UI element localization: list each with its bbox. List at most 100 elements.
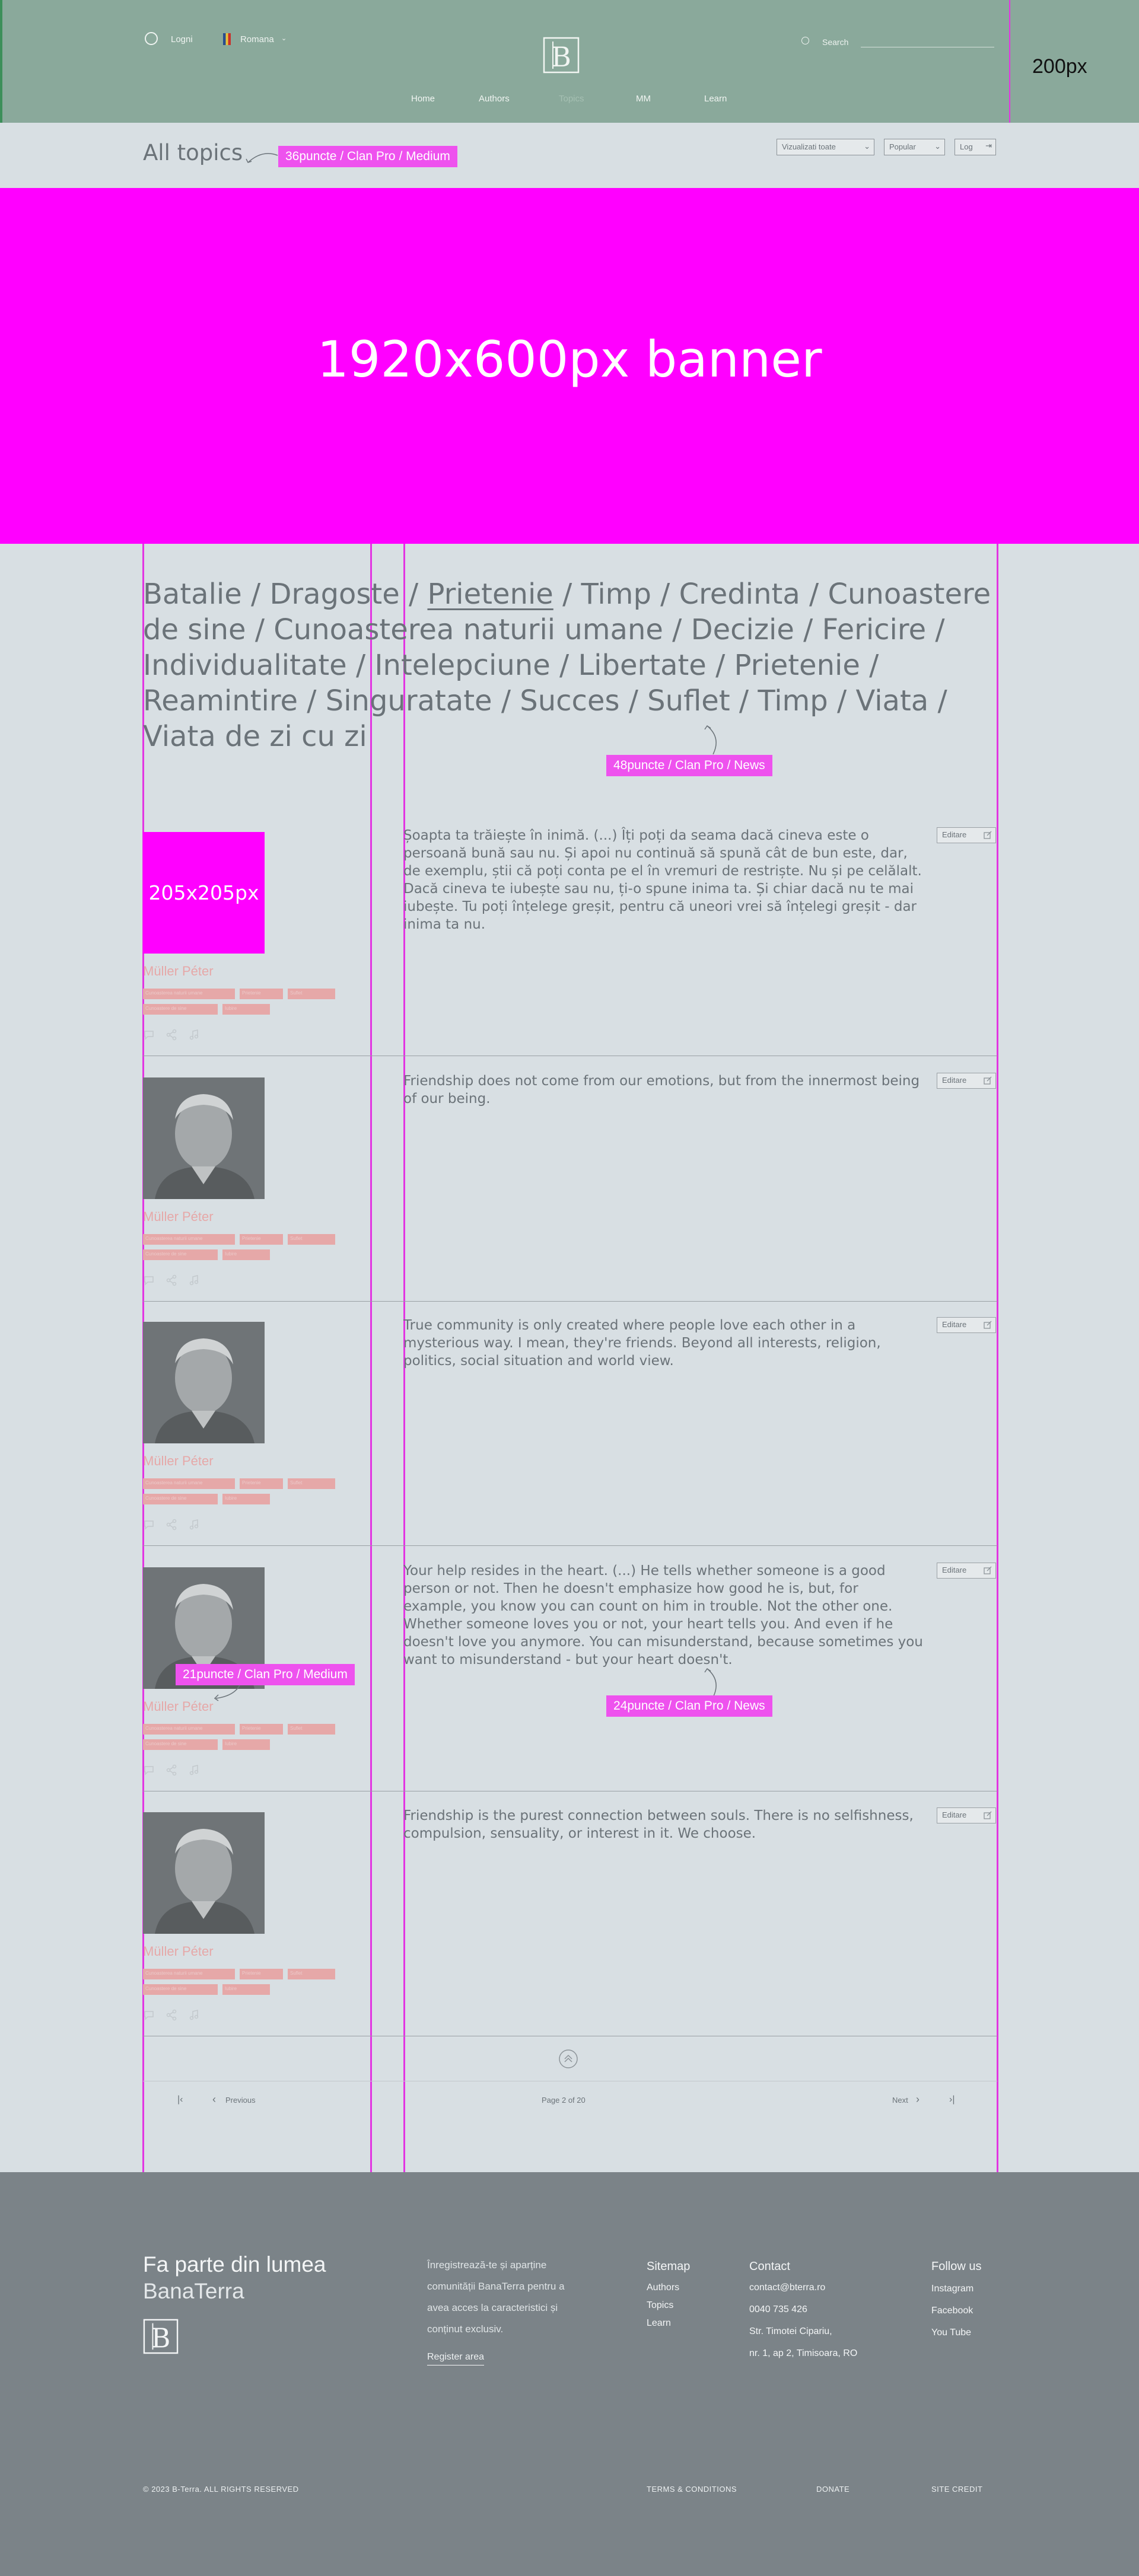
topic-tag[interactable]: Iubire (222, 1494, 270, 1504)
topic-tag[interactable]: Cunoasterea naturii umane (143, 1724, 235, 1735)
nav-authors[interactable]: Authors (479, 94, 510, 104)
footer-link-authors[interactable]: Authors (647, 2282, 679, 2293)
share-icon[interactable] (166, 2009, 177, 2021)
author-name[interactable]: Müller Péter (143, 1944, 214, 1959)
last-page-icon[interactable]: ›| (949, 2094, 955, 2105)
share-icon[interactable] (166, 1029, 177, 1041)
chevron-left-icon[interactable]: ‹ (212, 2093, 216, 2106)
author-photo-placeholder[interactable]: 205x205px (143, 832, 265, 954)
terms-link[interactable]: TERMS & CONDITIONS (647, 2485, 737, 2494)
topic-tag[interactable]: Suflet (288, 1234, 335, 1245)
author-photo[interactable] (143, 1077, 265, 1199)
topic-tag[interactable]: Cunoastere de sine (143, 1739, 218, 1750)
contact-phone[interactable]: 0040 735 426 (749, 2304, 807, 2315)
edit-button[interactable]: Editare (937, 827, 996, 843)
contact-email[interactable]: contact@bterra.ro (749, 2282, 825, 2293)
topic-link[interactable]: Fericire (822, 613, 927, 646)
author-photo[interactable] (143, 1812, 265, 1934)
topic-link[interactable]: Decizie (691, 613, 794, 646)
nav-mm[interactable]: MM (636, 94, 651, 104)
topic-link[interactable]: Viata de zi cu zi (143, 720, 367, 753)
audio-icon[interactable] (188, 1029, 200, 1041)
topic-link[interactable]: Prietenie (427, 578, 553, 611)
topic-link[interactable]: Prietenie (734, 649, 860, 682)
topic-link[interactable]: Suflet (647, 684, 730, 718)
share-icon[interactable] (166, 1519, 177, 1531)
social-youtube[interactable]: You Tube (931, 2328, 971, 2338)
comment-icon[interactable] (143, 1519, 155, 1531)
site-logo[interactable]: B (543, 37, 580, 74)
chevron-right-icon[interactable]: › (916, 2093, 920, 2106)
audio-icon[interactable] (188, 1274, 200, 1286)
topic-tag[interactable]: Iubire (222, 1249, 270, 1260)
topic-tag[interactable]: Iubire (222, 1739, 270, 1750)
topic-tag[interactable]: Cunoasterea naturii umane (143, 1234, 235, 1245)
topic-link[interactable]: Individualitate (143, 649, 347, 682)
topic-tag[interactable]: Suflet (288, 1724, 335, 1735)
topic-link[interactable]: Libertate (578, 649, 706, 682)
comment-icon[interactable] (143, 2009, 155, 2021)
topic-link[interactable]: Dragoste (269, 578, 399, 611)
next-link[interactable]: Next (892, 2096, 908, 2105)
footer-logo[interactable]: B (143, 2319, 179, 2354)
topic-link[interactable]: Viata (855, 684, 928, 718)
audio-icon[interactable] (188, 1519, 200, 1531)
filter-popular[interactable]: Popular ⌄ (884, 139, 945, 155)
social-instagram[interactable]: Instagram (931, 2284, 973, 2294)
topic-tag[interactable]: Cunoasterea naturii umane (143, 1969, 235, 1979)
filter-view-all[interactable]: Vizualizati toate ⌄ (777, 139, 874, 155)
search-input[interactable]: Search (822, 37, 848, 47)
topic-tag[interactable]: Suflet (288, 989, 335, 999)
topic-tag[interactable]: Prietenie (240, 989, 283, 999)
share-icon[interactable] (166, 1274, 177, 1286)
scroll-top-icon[interactable] (558, 2049, 578, 2069)
topic-tag[interactable]: Prietenie (240, 1724, 283, 1735)
topic-tag[interactable]: Cunoastere de sine (143, 1249, 218, 1260)
author-name[interactable]: Müller Péter (143, 1453, 214, 1469)
footer-link-learn[interactable]: Learn (647, 2318, 671, 2329)
topic-tag[interactable]: Iubire (222, 1004, 270, 1015)
share-icon[interactable] (166, 1764, 177, 1776)
search-icon[interactable] (801, 37, 809, 44)
donate-link[interactable]: DONATE (816, 2485, 850, 2494)
topic-tag[interactable]: Cunoasterea naturii umane (143, 989, 235, 999)
topic-link[interactable]: Reamintire (143, 684, 298, 718)
user-icon[interactable] (145, 32, 158, 45)
comment-icon[interactable] (143, 1029, 155, 1041)
author-name[interactable]: Müller Péter (143, 1209, 214, 1225)
filter-log[interactable]: Log ⇥ (955, 139, 996, 155)
first-page-icon[interactable]: |‹ (177, 2094, 183, 2105)
topic-tag[interactable]: Cunoasterea naturii umane (143, 1478, 235, 1489)
topic-link[interactable]: Succes (520, 684, 619, 718)
topic-tag[interactable]: Suflet (288, 1969, 335, 1979)
audio-icon[interactable] (188, 2009, 200, 2021)
nav-topics[interactable]: Topics (559, 94, 584, 104)
topic-tag[interactable]: Iubire (222, 1984, 270, 1995)
language-select[interactable]: Romana (240, 34, 274, 44)
author-name[interactable]: Müller Péter (143, 964, 214, 979)
nav-learn[interactable]: Learn (704, 94, 727, 104)
topic-link[interactable]: Intelepciune (374, 649, 550, 682)
site-credit-link[interactable]: SITE CREDIT (931, 2485, 982, 2494)
edit-button[interactable]: Editare (937, 1317, 996, 1333)
audio-icon[interactable] (188, 1764, 200, 1776)
topic-link[interactable]: Timp (581, 578, 651, 611)
nav-home[interactable]: Home (411, 94, 435, 104)
footer-link-topics[interactable]: Topics (647, 2300, 673, 2311)
social-facebook[interactable]: Facebook (931, 2306, 973, 2316)
topic-link[interactable]: Batalie (143, 578, 242, 611)
comment-icon[interactable] (143, 1764, 155, 1776)
topic-tag[interactable]: Prietenie (240, 1478, 283, 1489)
topic-link[interactable]: Cunoasterea naturii umane (273, 613, 663, 646)
topic-tag[interactable]: Prietenie (240, 1969, 283, 1979)
topic-link[interactable]: Singuratate (326, 684, 492, 718)
author-photo[interactable] (143, 1322, 265, 1443)
topic-tag[interactable]: Cunoastere de sine (143, 1004, 218, 1015)
topic-tag[interactable]: Cunoastere de sine (143, 1984, 218, 1995)
edit-button[interactable]: Editare (937, 1073, 996, 1089)
login-link[interactable]: Logni (171, 34, 193, 44)
edit-button[interactable]: Editare (937, 1563, 996, 1579)
edit-button[interactable]: Editare (937, 1807, 996, 1823)
chevron-down-icon[interactable]: ⌄ (281, 34, 287, 42)
topic-tag[interactable]: Prietenie (240, 1234, 283, 1245)
